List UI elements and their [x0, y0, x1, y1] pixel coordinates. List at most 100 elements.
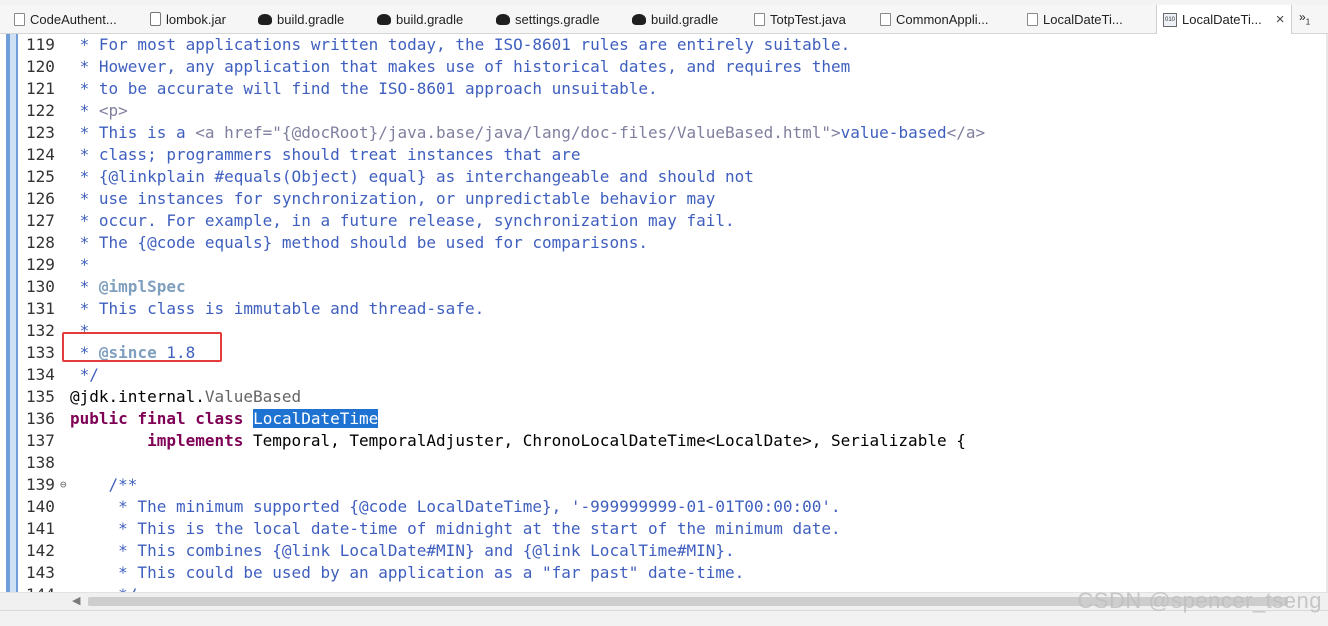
tab-label: LocalDateTi... [1043, 11, 1123, 27]
code-line[interactable]: 124 * class; programmers should treat in… [0, 144, 1328, 166]
code-line[interactable]: 128 * The {@code equals} method should b… [0, 232, 1328, 254]
line-number: 121 [26, 79, 55, 98]
code-line[interactable]: 138 [0, 452, 1328, 474]
editor-tab-bar: CodeAuthent... lombok.jar build.gradle b… [0, 5, 1328, 34]
tab-label: lombok.jar [166, 11, 226, 27]
code-text: * This is a <a href="{@docRoot}/java.bas… [70, 123, 986, 142]
code-line[interactable]: 122 * <p> [0, 100, 1328, 122]
code-text: * The {@code equals} method should be us… [70, 233, 648, 252]
code-text: * For most applications written today, t… [70, 35, 851, 54]
tab-settings-gradle[interactable]: settings.gradle [496, 5, 600, 33]
line-number: 136 [26, 409, 55, 428]
code-text: * class; programmers should treat instan… [70, 145, 581, 164]
line-number: 123 [26, 123, 55, 142]
code-line[interactable]: 134 */ [0, 364, 1328, 386]
chevron-double-right-icon: » [1299, 10, 1306, 24]
line-number: 139 [26, 475, 55, 494]
line-number: 144 [26, 584, 60, 592]
code-line[interactable]: 143 * This could be used by an applicati… [0, 562, 1328, 584]
code-text: */ [70, 584, 137, 592]
java-file-icon [880, 12, 891, 26]
line-number: 132 [26, 321, 55, 340]
line-number: 129 [26, 255, 55, 274]
gradle-icon [632, 13, 646, 25]
code-line[interactable]: 123 * This is a <a href="{@docRoot}/java… [0, 122, 1328, 144]
tab-commonappli[interactable]: CommonAppli... [880, 5, 988, 33]
tab-overflow-count: 1 [1305, 17, 1311, 27]
code-text: * This combines {@link LocalDate#MIN} an… [70, 541, 735, 560]
code-line[interactable]: 136 public final class LocalDateTime [0, 408, 1328, 430]
tab-label: CodeAuthent... [30, 11, 117, 27]
gradle-icon [377, 13, 391, 25]
code-line[interactable]: 121 * to be accurate will find the ISO-8… [0, 78, 1328, 100]
line-number: 130 [26, 277, 55, 296]
line-number: 131 [26, 299, 55, 318]
line-number: 125 [26, 167, 55, 186]
line-number: 138 [26, 453, 55, 472]
code-text: * <p> [70, 101, 128, 120]
code-line[interactable]: 139 ⊖ /** [0, 474, 1328, 496]
line-number: 126 [26, 189, 55, 208]
tab-label: build.gradle [396, 11, 464, 27]
code-line[interactable]: 127 * occur. For example, in a future re… [0, 210, 1328, 232]
java-file-icon [1027, 12, 1038, 26]
java-file-icon [754, 12, 765, 26]
tab-codeauthent[interactable]: CodeAuthent... [14, 5, 117, 33]
tab-label: TotpTest.java [770, 11, 846, 27]
scroll-left-icon[interactable]: ◀ [72, 594, 80, 607]
tab-label: LocalDateTi... [1182, 12, 1262, 27]
code-line[interactable]: 142 * This combines {@link LocalDate#MIN… [0, 540, 1328, 562]
highlight-box [62, 332, 222, 362]
code-line[interactable]: 135 @jdk.internal.ValueBased [0, 386, 1328, 408]
code-editor[interactable]: 119 * For most applications written toda… [0, 34, 1328, 592]
code-line[interactable]: 140 * The minimum supported {@code Local… [0, 496, 1328, 518]
tab-localdatetime-java[interactable]: LocalDateTi... [1027, 5, 1123, 33]
tab-lombok-jar[interactable]: lombok.jar [150, 5, 226, 33]
tab-localdatetime-class[interactable]: 010 LocalDateTi... × [1156, 5, 1292, 34]
code-line[interactable]: 129 * [0, 254, 1328, 276]
line-number: 141 [26, 519, 55, 538]
line-number: 134 [26, 365, 55, 384]
tab-build-gradle-1[interactable]: build.gradle [258, 5, 344, 33]
code-text: * This is the local date-time of midnigh… [70, 519, 841, 538]
code-text: * This could be used by an application a… [70, 563, 745, 582]
close-tab-icon[interactable]: × [1276, 11, 1285, 28]
code-text: * occur. For example, in a future releas… [70, 211, 735, 230]
line-number: 128 [26, 233, 55, 252]
fold-toggle-icon[interactable]: ⊖ [60, 474, 67, 496]
code-line[interactable]: 141 * This is the local date-time of mid… [0, 518, 1328, 540]
class-file-icon: 010 [1163, 12, 1177, 27]
tab-label: settings.gradle [515, 11, 600, 27]
line-number: 122 [26, 101, 55, 120]
java-file-icon [14, 12, 25, 26]
code-text: public final class LocalDateTime [70, 409, 379, 428]
code-text: * use instances for synchronization, or … [70, 189, 716, 208]
line-number: 127 [26, 211, 55, 230]
line-number: 140 [26, 497, 55, 516]
tab-build-gradle-2[interactable]: build.gradle [377, 5, 463, 33]
tab-overflow-button[interactable]: »1 [1299, 10, 1310, 26]
code-text: * @implSpec [70, 277, 186, 296]
gradle-icon [258, 13, 272, 25]
code-line[interactable]: 119 * For most applications written toda… [0, 34, 1328, 56]
code-text: /** [70, 475, 138, 494]
code-text: implements Temporal, TemporalAdjuster, C… [147, 431, 966, 450]
tab-label: CommonAppli... [896, 11, 989, 27]
line-number: 124 [26, 145, 55, 164]
code-line[interactable]: 131 * This class is immutable and thread… [0, 298, 1328, 320]
code-line[interactable]: 130 * @implSpec [0, 276, 1328, 298]
tab-build-gradle-3[interactable]: build.gradle [632, 5, 718, 33]
watermark: CSDN @spencer_tseng [1077, 588, 1322, 613]
code-line[interactable]: 126 * use instances for synchronization,… [0, 188, 1328, 210]
line-number: 120 [26, 57, 55, 76]
line-number: 142 [26, 541, 55, 560]
code-text: */ [70, 365, 99, 384]
code-line[interactable]: 120 * However, any application that make… [0, 56, 1328, 78]
code-text: * {@linkplain #equals(Object) equal} as … [70, 167, 754, 186]
code-text: * The minimum supported {@code LocalDate… [70, 497, 841, 516]
code-text: * to be accurate will find the ISO-8601 … [70, 79, 658, 98]
code-line[interactable]: 125 * {@linkplain #equals(Object) equal}… [0, 166, 1328, 188]
code-line[interactable]: 137 implements Temporal, TemporalAdjuste… [0, 430, 1328, 452]
tab-totptest-java[interactable]: TotpTest.java [754, 5, 846, 33]
line-number: 143 [26, 563, 55, 582]
